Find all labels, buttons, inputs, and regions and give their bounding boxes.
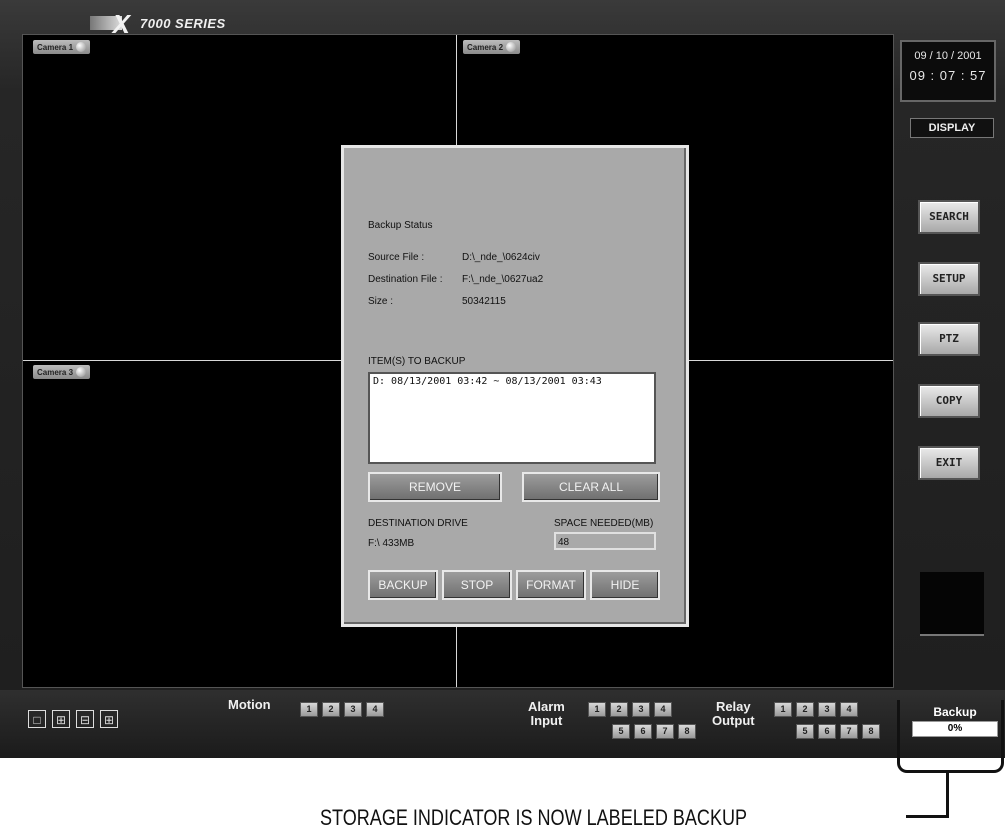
camera-status-icon bbox=[506, 42, 517, 52]
camera-label-3[interactable]: Camera 3 bbox=[33, 365, 91, 379]
alarm-channels-row1: 1 2 3 4 bbox=[588, 702, 672, 717]
alarm-label-line2: Input bbox=[530, 713, 563, 728]
single-view-icon[interactable]: □ bbox=[28, 710, 46, 728]
alarm-channel-7[interactable]: 7 bbox=[656, 724, 674, 739]
list-item[interactable]: D: 08/13/2001 03:42 ~ 08/13/2001 03:43 bbox=[373, 376, 651, 387]
relay-channel-7[interactable]: 7 bbox=[840, 724, 858, 739]
preview-box bbox=[920, 572, 984, 636]
alarm-input-label: Alarm Input bbox=[528, 700, 565, 728]
copy-button[interactable]: COPY bbox=[918, 384, 980, 418]
camera-label-2[interactable]: Camera 2 bbox=[463, 40, 521, 54]
alarm-channel-6[interactable]: 6 bbox=[634, 724, 652, 739]
annotation-caption: STORAGE INDICATOR IS NOW LABELED BACKUP bbox=[320, 805, 748, 830]
backup-dialog: Backup Status Source File : D:\_nde_\062… bbox=[341, 145, 689, 627]
clear-all-button[interactable]: CLEAR ALL bbox=[522, 472, 660, 502]
alarm-channel-8[interactable]: 8 bbox=[678, 724, 696, 739]
brand-series: 7000 SERIES bbox=[140, 15, 226, 31]
relay-channel-8[interactable]: 8 bbox=[862, 724, 880, 739]
alarm-label-line1: Alarm bbox=[528, 699, 565, 714]
relay-label-line1: Relay bbox=[715, 699, 751, 714]
quad-view-icon[interactable]: ⊞ bbox=[52, 710, 70, 728]
relay-channel-4[interactable]: 4 bbox=[840, 702, 858, 717]
destination-drive-value: F:\ 433MB bbox=[368, 538, 415, 549]
setup-button[interactable]: SETUP bbox=[918, 262, 980, 296]
space-needed-field: 48 bbox=[554, 532, 656, 550]
destination-file-label: Destination File : bbox=[368, 274, 443, 285]
motion-channel-2[interactable]: 2 bbox=[322, 702, 340, 717]
stop-button[interactable]: STOP bbox=[442, 570, 512, 600]
alarm-channel-3[interactable]: 3 bbox=[632, 702, 650, 717]
relay-channel-2[interactable]: 2 bbox=[796, 702, 814, 717]
clock-date: 09 / 10 / 2001 bbox=[914, 50, 982, 62]
display-button[interactable]: DISPLAY bbox=[910, 118, 994, 138]
exit-button[interactable]: EXIT bbox=[918, 446, 980, 480]
brand-logo: 7000 SERIES bbox=[90, 9, 226, 40]
camera-status-icon bbox=[76, 367, 87, 377]
full-grid-icon[interactable]: ⊞ bbox=[100, 710, 118, 728]
relay-channel-6[interactable]: 6 bbox=[818, 724, 836, 739]
motion-channel-3[interactable]: 3 bbox=[344, 702, 362, 717]
alarm-channels-row2: 5 6 7 8 bbox=[612, 724, 696, 739]
hide-button[interactable]: HIDE bbox=[590, 570, 660, 600]
relay-channels-row2: 5 6 7 8 bbox=[796, 724, 880, 739]
relay-channels-row1: 1 2 3 4 bbox=[774, 702, 858, 717]
callout-leader bbox=[906, 815, 949, 818]
remove-button[interactable]: REMOVE bbox=[368, 472, 502, 502]
camera-status-icon bbox=[76, 42, 87, 52]
ptz-button[interactable]: PTZ bbox=[918, 322, 980, 356]
motion-channel-4[interactable]: 4 bbox=[366, 702, 384, 717]
format-button[interactable]: FORMAT bbox=[516, 570, 586, 600]
motion-channels: 1 2 3 4 bbox=[300, 702, 384, 717]
relay-channel-3[interactable]: 3 bbox=[818, 702, 836, 717]
relay-label-line2: Output bbox=[712, 713, 755, 728]
destination-file-value: F:\_nde_\0627ua2 bbox=[462, 274, 544, 285]
layout-selector: □ ⊞ ⊟ ⊞ bbox=[28, 710, 118, 728]
alarm-channel-4[interactable]: 4 bbox=[654, 702, 672, 717]
callout-stem bbox=[946, 770, 949, 818]
camera-label-text: Camera 1 bbox=[37, 42, 74, 52]
alarm-channel-5[interactable]: 5 bbox=[612, 724, 630, 739]
search-button[interactable]: SEARCH bbox=[918, 200, 980, 234]
motion-channel-1[interactable]: 1 bbox=[300, 702, 318, 717]
dx-logo-icon bbox=[90, 9, 130, 40]
clock-display: 09 / 10 / 2001 09 : 07 : 57 bbox=[900, 40, 996, 102]
backup-button[interactable]: BACKUP bbox=[368, 570, 438, 600]
destination-drive-label: DESTINATION DRIVE bbox=[368, 518, 468, 529]
clock-time: 09 : 07 : 57 bbox=[909, 68, 987, 83]
motion-label: Motion bbox=[228, 697, 271, 712]
alarm-channel-2[interactable]: 2 bbox=[610, 702, 628, 717]
relay-channel-5[interactable]: 5 bbox=[796, 724, 814, 739]
relay-channel-1[interactable]: 1 bbox=[774, 702, 792, 717]
source-file-label: Source File : bbox=[368, 252, 425, 263]
size-label: Size : bbox=[368, 296, 394, 307]
alarm-channel-1[interactable]: 1 bbox=[588, 702, 606, 717]
dialog-title: Backup Status bbox=[368, 220, 433, 231]
relay-output-label: Relay Output bbox=[712, 700, 755, 728]
source-file-value: D:\_nde_\0624civ bbox=[462, 252, 540, 263]
split-view-icon[interactable]: ⊟ bbox=[76, 710, 94, 728]
callout-bracket bbox=[897, 700, 1004, 773]
camera-label-1[interactable]: Camera 1 bbox=[33, 40, 91, 54]
camera-label-text: Camera 2 bbox=[467, 42, 504, 52]
camera-label-text: Camera 3 bbox=[37, 367, 74, 377]
items-to-backup-label: ITEM(S) TO BACKUP bbox=[368, 356, 466, 367]
size-value: 50342115 bbox=[462, 296, 506, 307]
space-needed-label: SPACE NEEDED(MB) bbox=[554, 518, 654, 529]
backup-items-list[interactable]: D: 08/13/2001 03:42 ~ 08/13/2001 03:43 bbox=[368, 372, 656, 464]
